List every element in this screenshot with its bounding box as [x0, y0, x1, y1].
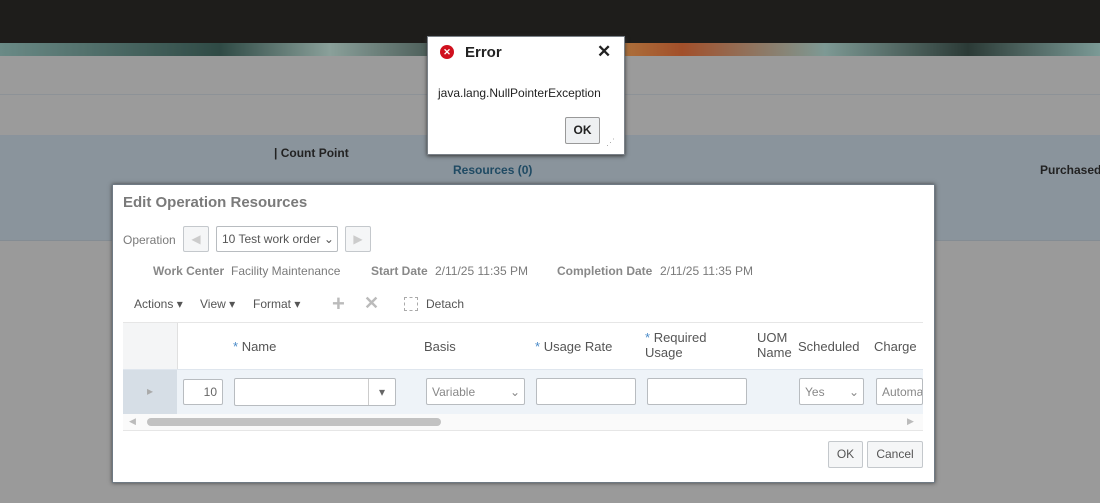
- table-header: * Name Basis * Usage Rate * Required Usa…: [123, 322, 923, 370]
- resize-handle-icon[interactable]: ⋰: [606, 137, 615, 148]
- column-usage-rate: * Usage Rate: [535, 339, 613, 354]
- dropdown-icon[interactable]: ▾: [368, 379, 395, 405]
- view-menu[interactable]: View ▾: [200, 297, 235, 311]
- scrollbar-thumb[interactable]: [147, 418, 441, 426]
- completion-date-value: 2/11/25 11:35 PM: [660, 264, 753, 278]
- operation-value: 10 Test work order: [222, 232, 321, 246]
- start-date-value: 2/11/25 11:35 PM: [435, 264, 528, 278]
- delete-icon[interactable]: ✕: [364, 293, 379, 314]
- scheduled-value: Yes: [805, 384, 825, 399]
- required-usage-input[interactable]: [647, 378, 747, 405]
- detach-button[interactable]: Detach: [426, 297, 464, 311]
- column-required-usage: * Required Usage: [645, 330, 707, 360]
- start-date-label: Start Date: [371, 264, 428, 278]
- detach-icon[interactable]: [404, 297, 418, 311]
- error-icon: ✕: [440, 45, 454, 59]
- format-menu[interactable]: Format ▾: [253, 297, 300, 311]
- basis-select[interactable]: Variable ⌄: [426, 378, 525, 405]
- usage-rate-input[interactable]: [536, 378, 636, 405]
- column-uom-name: UOM Name: [757, 330, 792, 360]
- completion-date-label: Completion Date: [557, 264, 653, 278]
- operation-select[interactable]: 10 Test work order ⌄: [216, 226, 338, 252]
- name-input[interactable]: ▾: [234, 378, 396, 406]
- row-header-column: [123, 323, 178, 370]
- row-selector[interactable]: ▸: [123, 370, 177, 415]
- scroll-right-icon[interactable]: ▶: [907, 416, 914, 427]
- error-ok-button[interactable]: OK: [565, 117, 600, 144]
- error-title: Error: [465, 44, 502, 61]
- work-center-label: Work Center: [153, 264, 225, 278]
- scheduled-select[interactable]: Yes ⌄: [799, 378, 864, 405]
- add-icon[interactable]: +: [332, 291, 345, 317]
- horizontal-scrollbar[interactable]: ◀ ▶: [123, 414, 923, 431]
- resources-link[interactable]: Resources (0): [453, 163, 532, 177]
- work-center-value: Facility Maintenance: [231, 264, 341, 278]
- scroll-left-icon[interactable]: ◀: [129, 416, 136, 427]
- ok-button[interactable]: OK: [828, 441, 863, 468]
- error-message: java.lang.NullPointerException: [438, 86, 601, 100]
- next-operation-button[interactable]: ▶: [345, 226, 371, 252]
- previous-operation-button[interactable]: ◀: [183, 226, 209, 252]
- count-point-label: | Count Point: [274, 146, 349, 160]
- actions-menu[interactable]: Actions ▾: [134, 297, 183, 311]
- error-dialog: ✕ Error ✕ java.lang.NullPointerException…: [427, 36, 625, 155]
- sequence-input[interactable]: 10: [183, 379, 223, 405]
- column-charge: Charge: [874, 339, 917, 354]
- column-name: * Name: [233, 339, 277, 354]
- dialog-title: Edit Operation Resources: [123, 194, 308, 211]
- table-row[interactable]: ▸ 10 ▾ Variable ⌄ Yes ⌄ Automat: [123, 369, 923, 415]
- operation-label: Operation: [123, 233, 176, 247]
- edit-operation-resources-dialog: Edit Operation Resources Operation ◀ 10 …: [112, 184, 935, 483]
- close-icon[interactable]: ✕: [597, 42, 611, 62]
- column-basis: Basis: [424, 339, 456, 354]
- charge-input[interactable]: Automat: [876, 378, 923, 405]
- basis-value: Variable: [432, 384, 476, 399]
- column-scheduled: Scheduled: [798, 339, 860, 354]
- purchased-label: Purchased: [1040, 163, 1100, 177]
- cancel-button[interactable]: Cancel: [867, 441, 923, 468]
